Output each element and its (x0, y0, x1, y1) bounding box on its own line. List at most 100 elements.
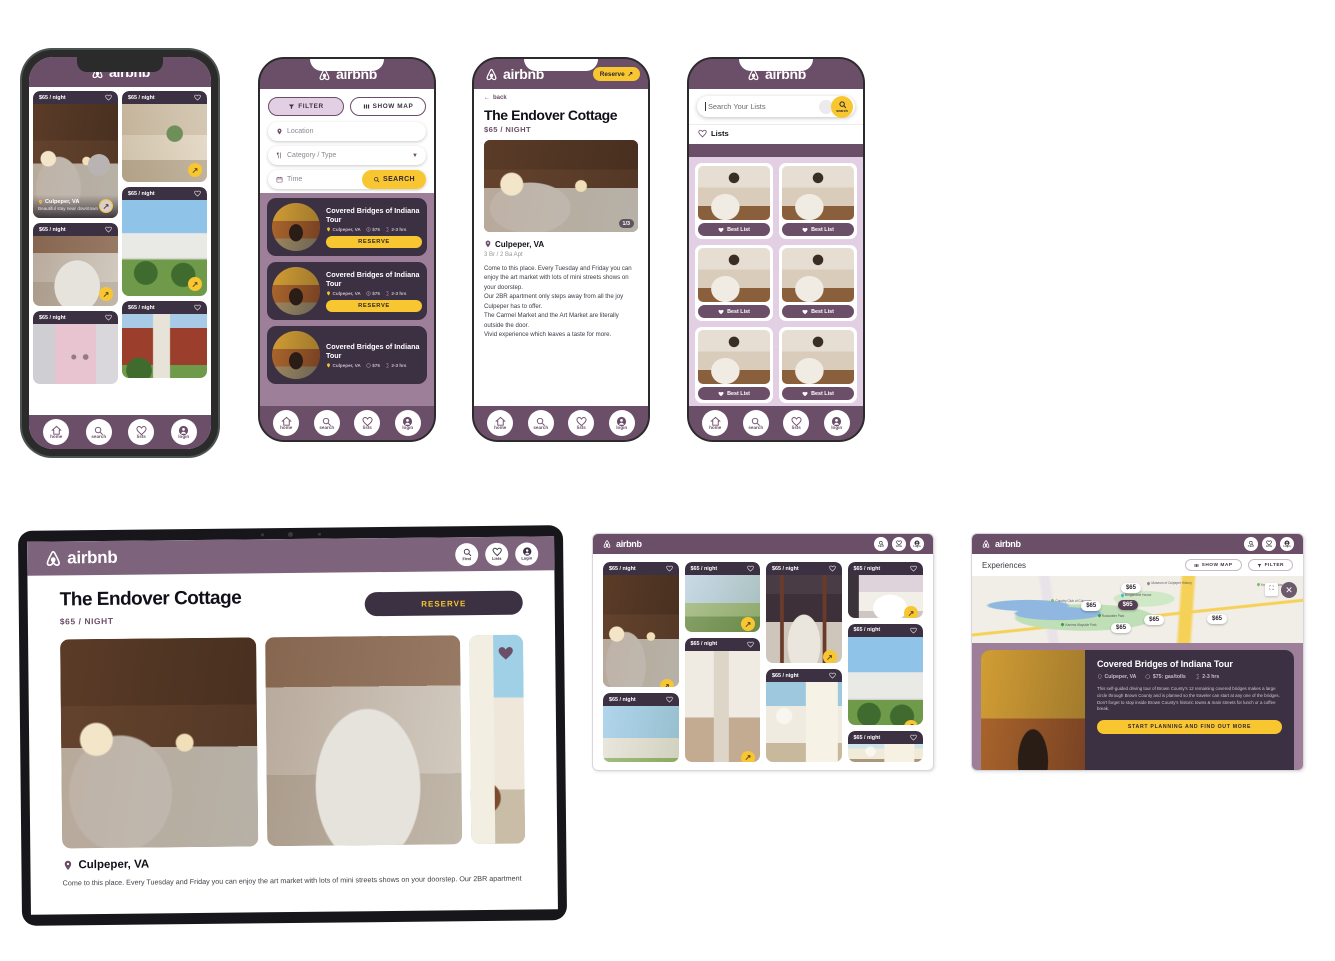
listing-card[interactable]: $65 / night ↗ (33, 223, 118, 306)
listing-card[interactable]: $65 / night ↗ (847, 623, 923, 726)
nav-login[interactable]: login (608, 410, 635, 436)
nav-login[interactable]: login (394, 410, 421, 436)
nav-search[interactable]: search (85, 419, 112, 445)
nav-login[interactable]: login (823, 410, 850, 436)
best-list-badge[interactable]: Best List (698, 223, 770, 236)
map-price-pin[interactable]: $65 (1144, 614, 1165, 625)
map-price-pin-selected[interactable]: $65 (1117, 600, 1138, 611)
best-list-badge[interactable]: Best List (698, 387, 770, 400)
heart-icon[interactable] (105, 314, 112, 321)
category-select[interactable]: Category / Type ▼ (268, 146, 426, 165)
nav-home[interactable]: home (487, 410, 514, 436)
open-listing-button[interactable]: ↗ (188, 277, 202, 291)
map-view[interactable]: Museum of Culpeper History Burgandine Ho… (972, 576, 1303, 643)
heart-icon[interactable] (497, 645, 514, 662)
open-listing-button[interactable]: ↗ (904, 606, 918, 618)
heart-icon[interactable] (828, 565, 836, 572)
reserve-button[interactable]: RESERVE (326, 236, 422, 248)
heart-icon[interactable] (194, 190, 201, 197)
heart-icon[interactable] (194, 94, 201, 101)
heart-icon[interactable] (747, 565, 754, 572)
search-button[interactable]: SEARCH (362, 170, 426, 189)
heart-icon[interactable] (194, 304, 201, 311)
listing-card[interactable]: $65 / night ↗ (684, 637, 760, 762)
experience-card[interactable]: Covered Bridges of Indiana Tour Culpeper… (267, 262, 427, 320)
heart-icon[interactable] (665, 696, 673, 703)
listing-card[interactable]: $65 / night ↗ (122, 187, 207, 296)
hero-image[interactable]: 1/3 (484, 140, 638, 232)
reserve-button[interactable]: Reserve ↗ (592, 67, 640, 81)
nav-find[interactable]: Find (874, 537, 888, 551)
heart-icon[interactable] (105, 94, 112, 101)
nav-lists[interactable]: lists (568, 410, 595, 436)
map-price-pin[interactable]: $65 (1081, 601, 1102, 612)
heart-icon[interactable] (828, 672, 836, 679)
close-icon[interactable]: ✕ (1281, 582, 1297, 598)
nav-search[interactable]: search (313, 410, 340, 436)
search-button[interactable]: search (831, 95, 853, 118)
list-card[interactable]: Best List (779, 245, 857, 321)
open-listing-button[interactable]: ↗ (188, 163, 202, 177)
experience-card[interactable]: Covered Bridges of Indiana Tour Culpeper… (267, 326, 427, 384)
map-price-pin[interactable]: $65 (1111, 622, 1132, 633)
heart-icon[interactable] (105, 226, 112, 233)
list-card[interactable]: Best List (779, 163, 857, 239)
gallery-photo[interactable] (469, 634, 526, 845)
gallery-photo[interactable] (60, 637, 259, 849)
show-map-button[interactable]: SHOW MAP (1184, 559, 1242, 571)
listing-card[interactable]: $65 / night ↗ (684, 562, 760, 632)
gallery-photo[interactable] (265, 635, 463, 847)
open-listing-button[interactable]: ↗ (822, 650, 837, 664)
heart-icon[interactable] (910, 627, 917, 634)
nav-search[interactable]: search (527, 410, 554, 436)
best-list-badge[interactable]: Best List (698, 305, 770, 318)
list-card[interactable]: Best List (695, 163, 773, 239)
list-card[interactable]: Best List (695, 327, 773, 403)
listing-card[interactable]: $65 / night (847, 731, 923, 762)
nav-login[interactable]: Login (515, 541, 539, 566)
listing-card[interactable]: $65 / night ↗ (847, 562, 923, 618)
map-price-pin[interactable]: $65 (1120, 582, 1141, 593)
listing-card[interactable]: $65 / night ↗ (766, 562, 842, 664)
start-planning-button[interactable]: START PLANNING AND FIND OUT MORE (1097, 720, 1282, 735)
listing-card[interactable]: $65 / night (33, 311, 118, 384)
listing-card[interactable]: $65 / night ↗ (603, 562, 679, 688)
reserve-button[interactable]: RESERVE (326, 300, 422, 312)
experience-card[interactable]: Covered Bridges of Indiana Tour Culpeper… (267, 198, 427, 256)
show-map-button[interactable]: SHOW MAP (350, 97, 426, 116)
nav-login[interactable]: Login (1280, 537, 1294, 551)
open-listing-button[interactable]: ↗ (99, 287, 113, 301)
nav-login[interactable]: Login (910, 537, 924, 551)
nav-lists[interactable]: Lists (1262, 537, 1276, 551)
best-list-badge[interactable]: Best List (782, 305, 854, 318)
open-listing-button[interactable]: ↗ (99, 199, 113, 213)
nav-lists[interactable]: lists (783, 410, 810, 436)
open-listing-button[interactable]: ↗ (741, 617, 755, 631)
expand-icon[interactable]: ⛶ (1265, 583, 1278, 596)
reserve-button[interactable]: RESERVE (364, 590, 523, 617)
list-card[interactable]: Best List (695, 245, 773, 321)
nav-lists[interactable]: Lists (892, 537, 906, 551)
location-input[interactable]: Location (268, 122, 426, 141)
listing-card[interactable]: $65 / night (766, 669, 842, 762)
nav-lists[interactable]: lists (354, 410, 381, 436)
listing-card[interactable]: $65 / night (603, 693, 679, 762)
heart-icon[interactable] (910, 565, 917, 572)
listing-card[interactable]: $65 / night ↗ (122, 91, 207, 182)
nav-login[interactable]: login (170, 419, 197, 445)
nav-find[interactable]: Find (1244, 537, 1258, 551)
open-listing-button[interactable]: ↗ (659, 679, 674, 688)
listing-card[interactable]: $65 / night Culpeper, VA Beautiful stay … (33, 91, 118, 218)
back-link[interactable]: ← back (484, 95, 638, 101)
heart-icon[interactable] (747, 641, 754, 648)
open-listing-button[interactable]: ↗ (741, 750, 755, 762)
filter-button[interactable]: FILTER (1247, 559, 1293, 571)
nav-lists[interactable]: lists (128, 419, 155, 445)
map-price-pin[interactable]: $65 (1207, 613, 1228, 624)
filter-button[interactable]: FILTER (268, 97, 344, 116)
best-list-badge[interactable]: Best List (782, 223, 854, 236)
nav-home[interactable]: home (43, 419, 70, 445)
nav-home[interactable]: home (702, 410, 729, 436)
nav-home[interactable]: home (273, 410, 300, 436)
listing-card[interactable]: $65 / night (122, 301, 207, 378)
